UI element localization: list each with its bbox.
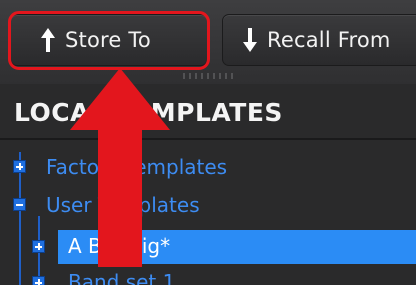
arrow-up-icon — [41, 28, 55, 52]
tree-item-band-set-1[interactable]: Band set 1 — [68, 270, 175, 285]
template-manager: Store To Recall From LOCAL TEMPLATES Fac… — [0, 0, 416, 285]
tree-item-factory-templates[interactable]: Factory Templates — [46, 155, 227, 179]
collapse-user-icon[interactable] — [13, 198, 26, 211]
store-to-label: Store To — [65, 28, 151, 52]
resize-grip[interactable] — [183, 73, 235, 79]
tree-item-user-templates[interactable]: User Templates — [46, 193, 200, 217]
store-to-button[interactable]: Store To — [10, 14, 208, 66]
toolbar: Store To Recall From — [0, 0, 416, 84]
separator — [0, 138, 416, 140]
tree-item-a-big-gig[interactable]: A Big Gig* — [68, 234, 170, 258]
arrow-down-icon — [243, 28, 257, 52]
expand-factory-icon[interactable] — [13, 160, 26, 173]
recall-from-label: Recall From — [267, 28, 391, 52]
expand-band-set-icon[interactable] — [32, 276, 45, 285]
expand-big-gig-icon[interactable] — [32, 240, 45, 253]
section-title: LOCAL TEMPLATES — [14, 98, 283, 127]
recall-from-button[interactable]: Recall From — [222, 14, 416, 66]
